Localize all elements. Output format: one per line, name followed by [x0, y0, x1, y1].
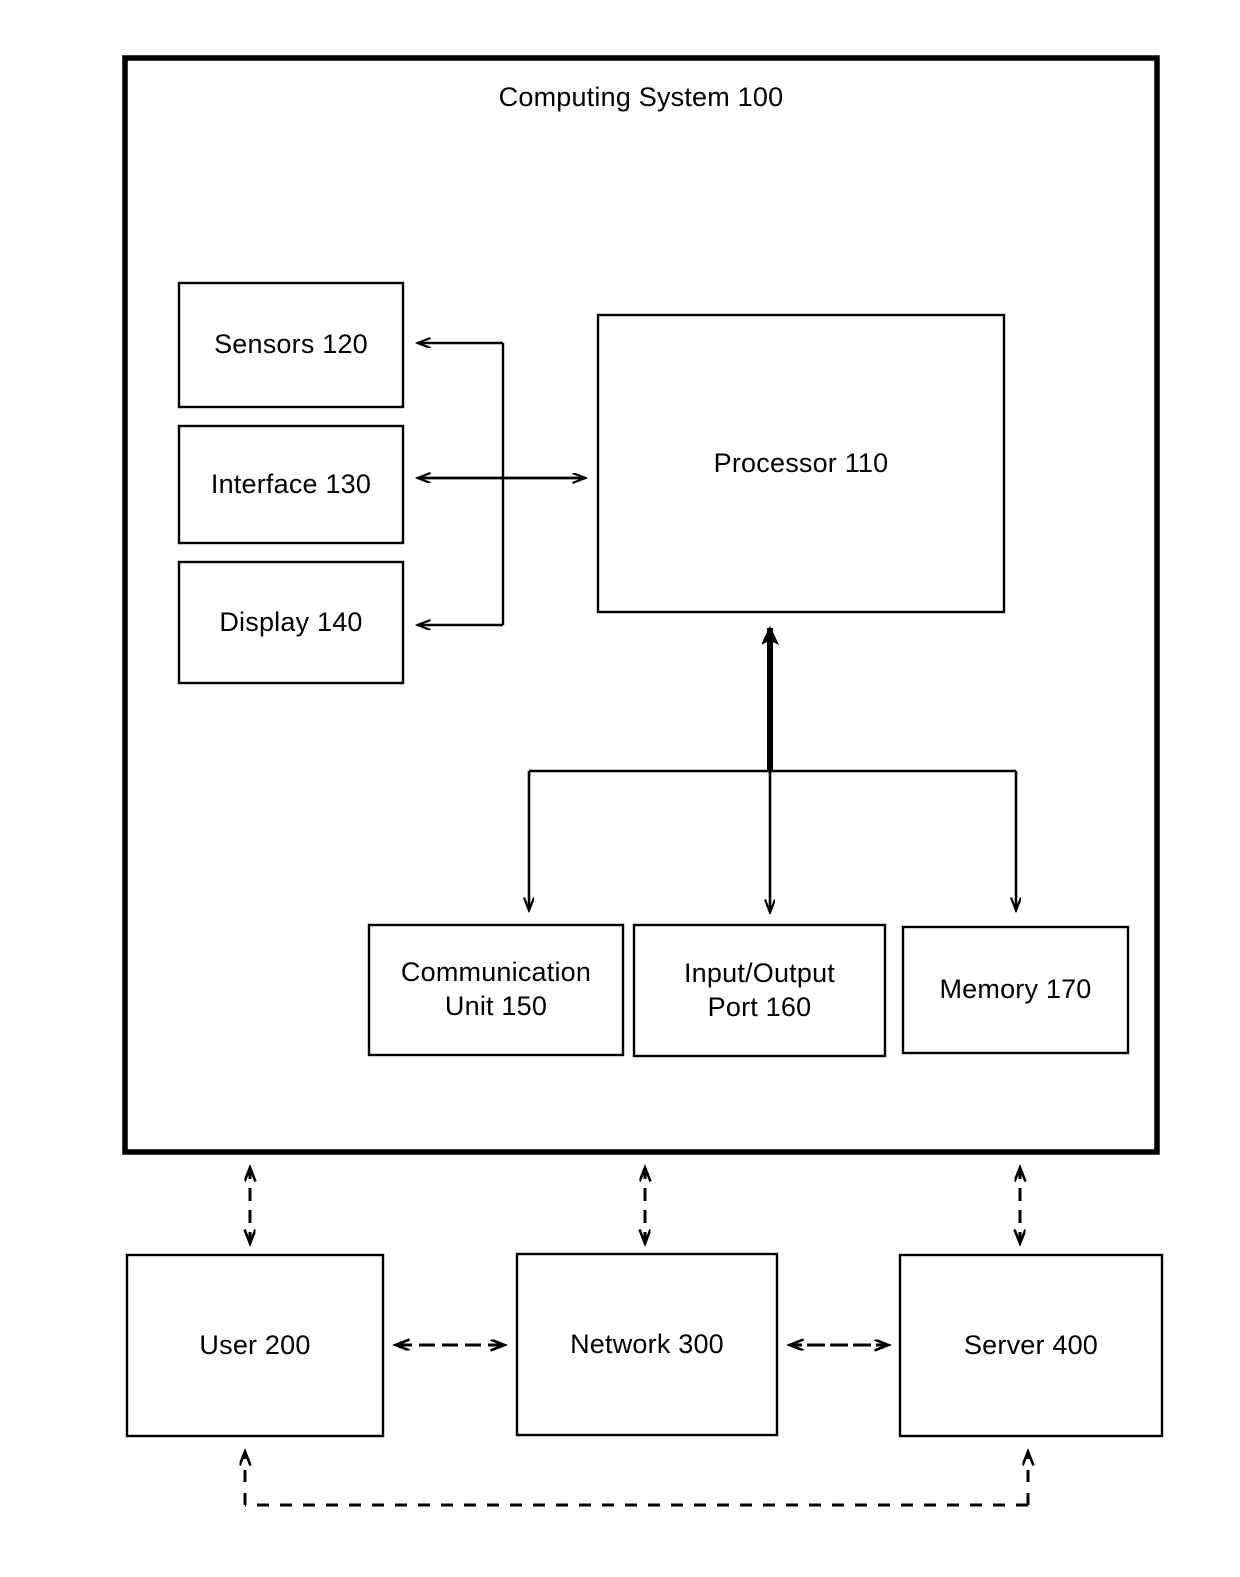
io-port-box [632, 923, 887, 1058]
communication-unit-box [367, 923, 625, 1057]
sensors-box [177, 281, 405, 409]
interface-box [177, 424, 405, 545]
memory-box [901, 925, 1130, 1055]
display-box [177, 560, 405, 685]
processor-box [596, 313, 1006, 614]
server-box [898, 1253, 1164, 1438]
network-box [515, 1252, 779, 1437]
diagram-canvas [122, 55, 1164, 1507]
patent-block-diagram: Computing System 100 Sensors 120 Interfa… [0, 0, 1240, 1577]
diagram-title: Computing System 100 [498, 82, 784, 112]
user-box [125, 1253, 385, 1438]
